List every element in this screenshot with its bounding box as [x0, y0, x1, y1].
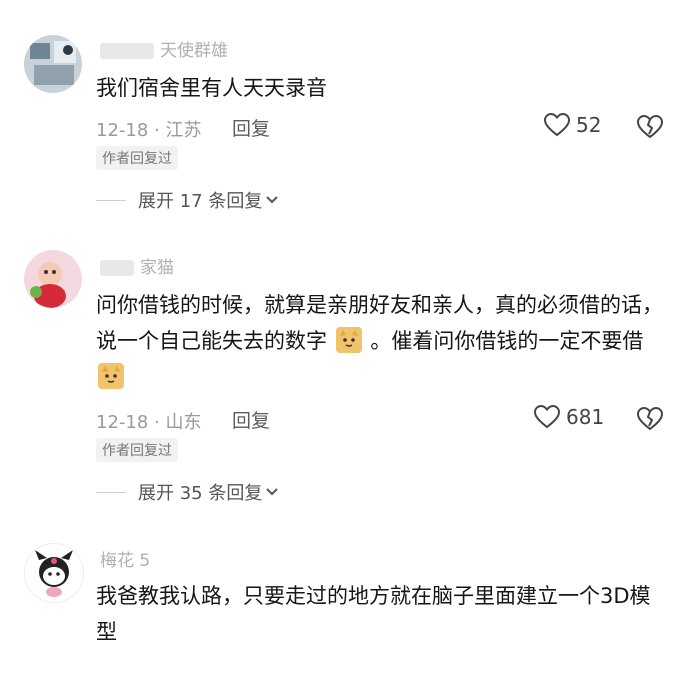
comment-text: 问你借钱的时候，就算是亲朋好友和亲人，真的必须借的话，说一个自己能失去的数字 。…: [96, 287, 666, 395]
cat-emoji-icon: [98, 363, 124, 389]
expand-label: 展开 17 条回复: [138, 191, 263, 212]
like-button[interactable]: 52: [544, 113, 601, 137]
like-count: 52: [576, 113, 602, 137]
username[interactable]: 梅花 5: [100, 546, 150, 571]
expand-label: 展开 35 条回复: [138, 483, 263, 504]
broken-heart-icon: [636, 114, 664, 139]
avatar[interactable]: [24, 543, 84, 603]
cat-emoji-icon: [335, 327, 362, 353]
username[interactable]: 天使群雄: [100, 36, 228, 61]
expand-replies-button[interactable]: 展开 17 条回复: [96, 187, 279, 213]
dislike-button[interactable]: [636, 114, 664, 143]
expand-replies-button[interactable]: 展开 35 条回复: [96, 479, 279, 505]
divider: [96, 199, 126, 201]
comment-text: 我们宿舍里有人天天录音: [96, 76, 327, 100]
author-replied-badge: 作者回复过: [96, 438, 178, 462]
heart-outline-icon: [544, 113, 570, 137]
reply-button[interactable]: 回复: [232, 406, 270, 433]
chevron-down-icon: [266, 488, 279, 496]
like-button[interactable]: 681: [534, 405, 604, 429]
date-location: 12-18 · 江苏: [96, 120, 202, 141]
dislike-button[interactable]: [636, 406, 664, 435]
author-replied-badge: 作者回复过: [96, 146, 178, 170]
broken-heart-icon: [636, 406, 664, 431]
avatar[interactable]: [24, 35, 82, 93]
comment-text: 我爸教我认路，只要走过的地方就在脑子里面建立一个3D模型: [96, 584, 651, 644]
heart-outline-icon: [534, 405, 560, 429]
divider: [96, 491, 126, 493]
username[interactable]: 家猫: [100, 253, 174, 278]
chevron-down-icon: [266, 196, 279, 204]
date-location: 12-18 · 山东: [96, 412, 202, 433]
like-count: 681: [566, 405, 605, 429]
reply-button[interactable]: 回复: [232, 114, 270, 141]
avatar[interactable]: [24, 250, 82, 308]
